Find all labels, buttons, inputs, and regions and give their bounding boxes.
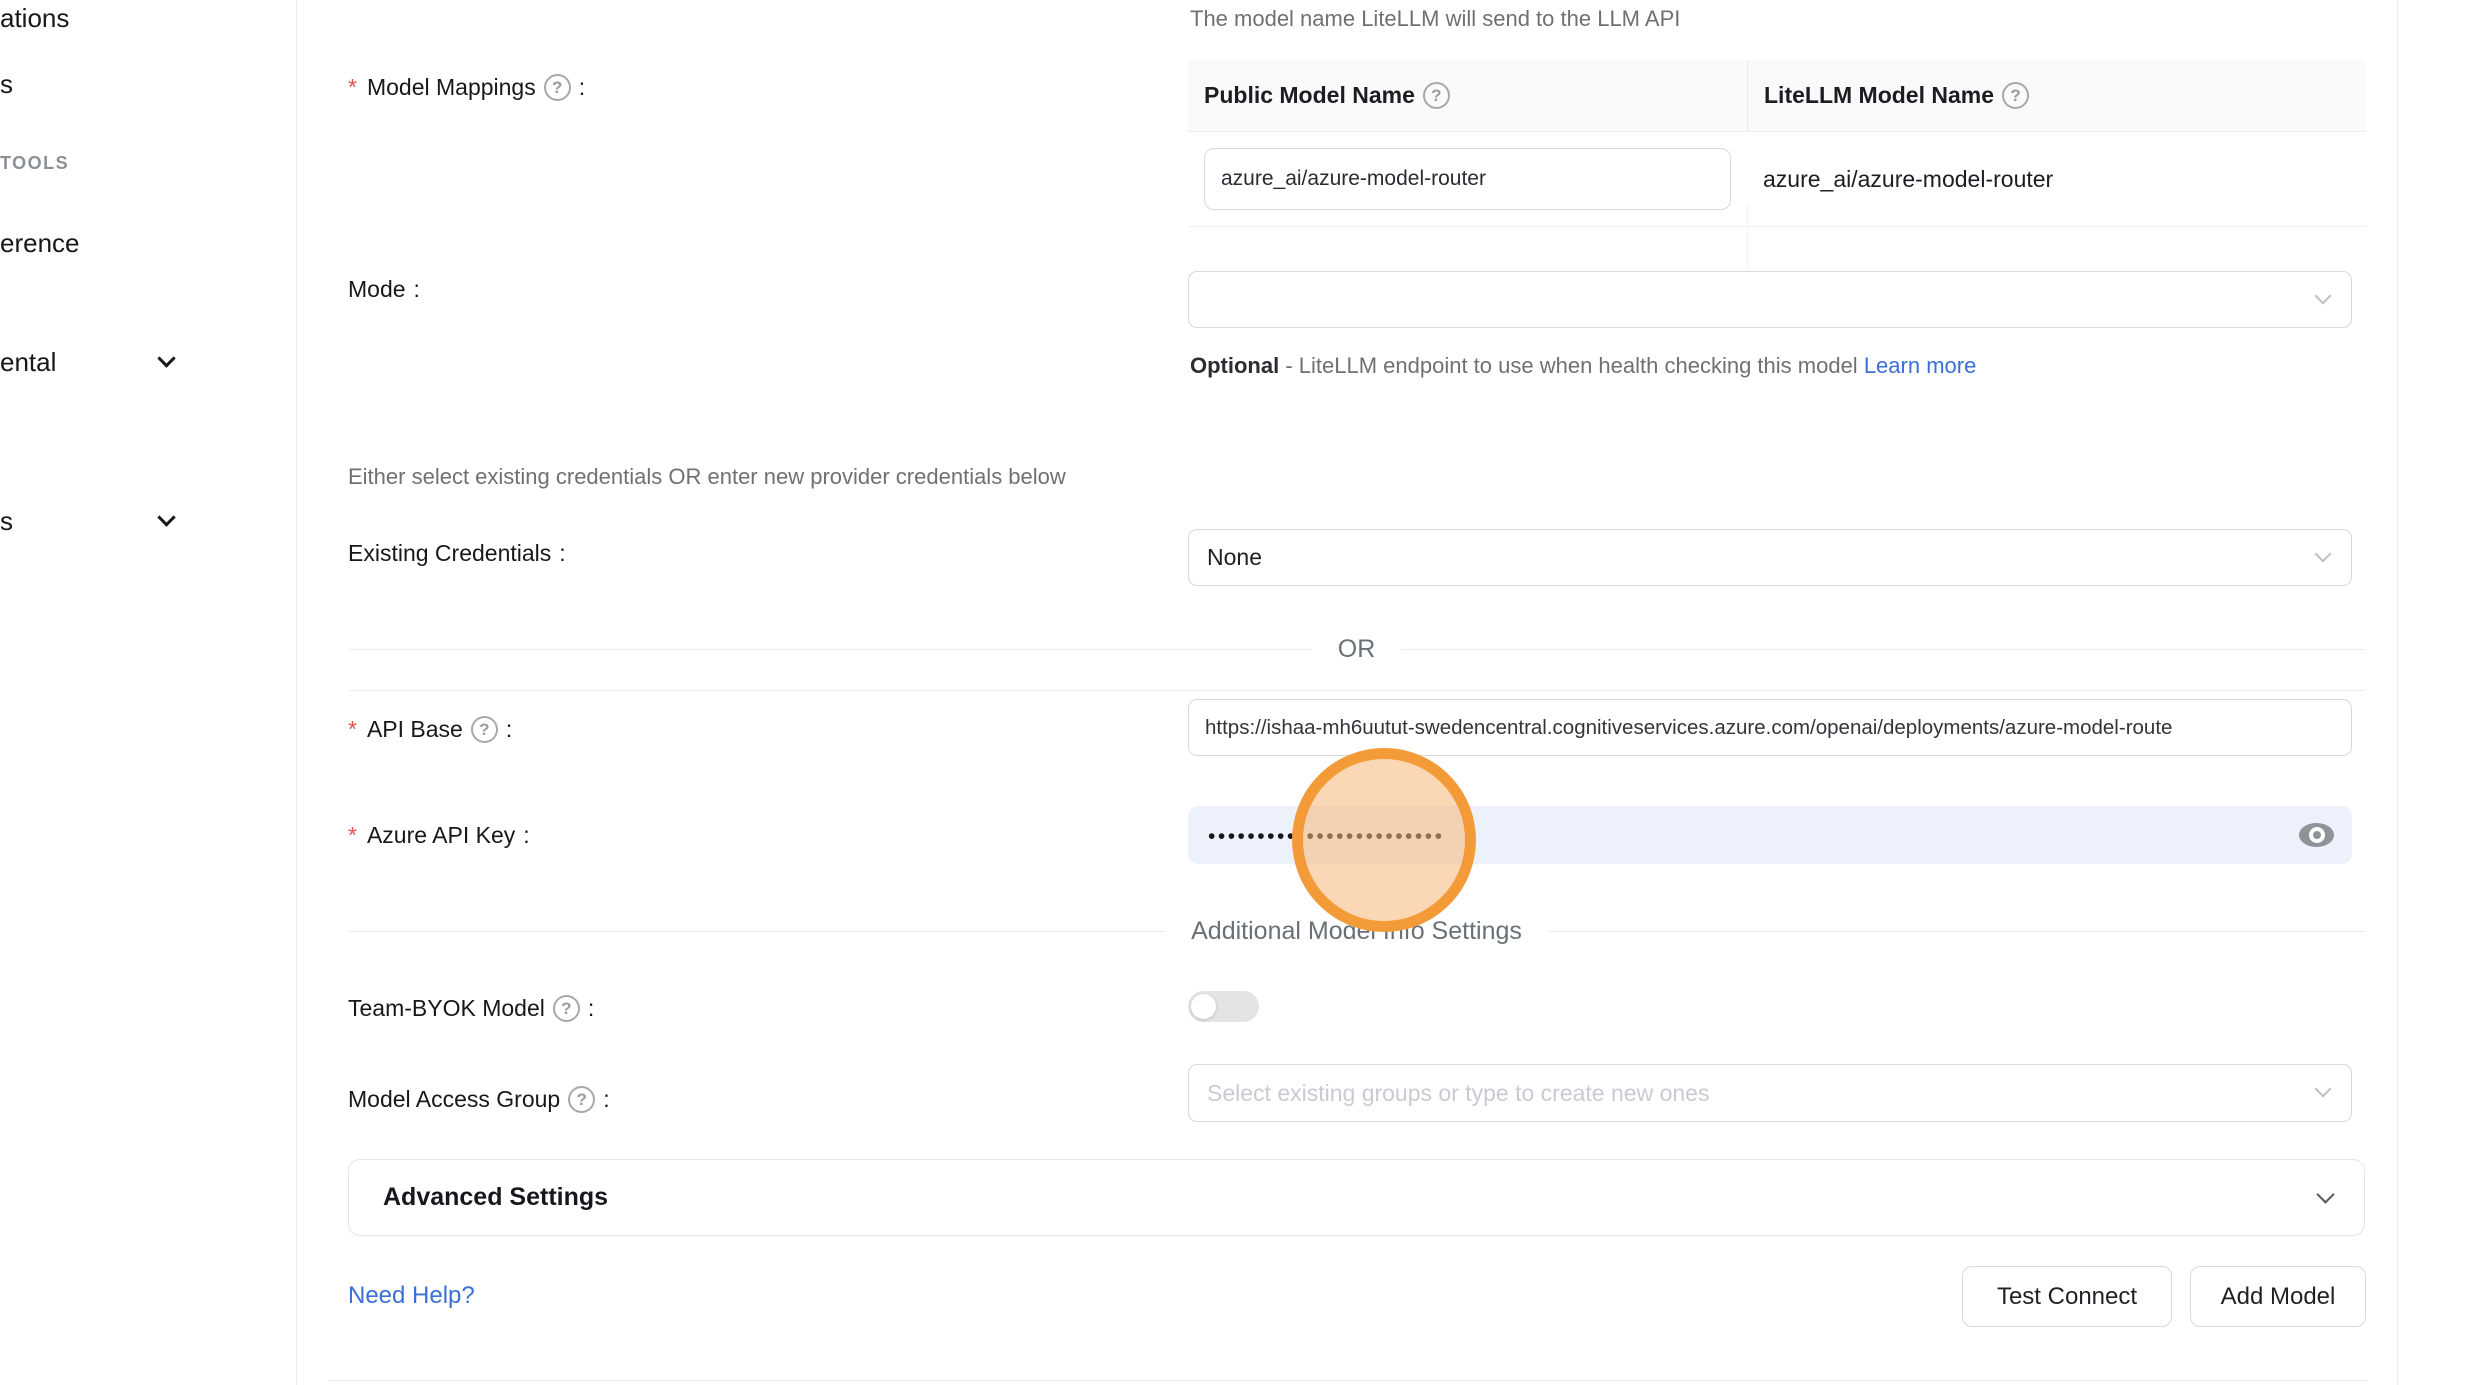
card-bottom-edge [328, 1380, 2368, 1381]
required-asterisk: * [348, 74, 357, 101]
help-icon[interactable]: ? [553, 995, 580, 1022]
divider-line [348, 931, 1165, 932]
model-access-group-label: Model Access Group ? : [348, 1086, 610, 1113]
required-asterisk: * [348, 822, 357, 849]
toggle-knob [1191, 994, 1216, 1019]
sidebar-item-label: s [0, 506, 13, 536]
masked-api-key: •••••••••••••••••••••••• [1208, 825, 1444, 849]
divider-line [348, 649, 1312, 650]
help-icon[interactable]: ? [544, 74, 571, 101]
chevron-down-icon [2315, 1081, 2332, 1098]
public-model-name-input[interactable] [1204, 148, 1731, 210]
existing-credentials-label: Existing Credentials : [348, 540, 566, 567]
credentials-note: Either select existing credentials OR en… [348, 464, 1066, 490]
chevron-down-icon [157, 508, 175, 526]
additional-settings-divider-text: Additional Model Info Settings [1165, 917, 1548, 946]
sidebar-item-label: s [0, 69, 13, 99]
help-icon[interactable]: ? [568, 1086, 595, 1113]
azure-api-key-label: * Azure API Key : [348, 822, 530, 849]
sidebar-section-tools: TOOLS [0, 153, 69, 174]
existing-credentials-select[interactable]: None [1188, 529, 2352, 586]
mode-label: Mode : [348, 276, 420, 303]
additional-settings-divider: Additional Model Info Settings [348, 917, 2365, 946]
chevron-down-icon [2316, 1185, 2334, 1203]
test-connect-button[interactable]: Test Connect [1962, 1266, 2172, 1327]
team-byok-toggle[interactable] [1188, 991, 1259, 1022]
model-mappings-table: Public Model Name ? LiteLLM Model Name ?… [1188, 60, 2366, 227]
model-access-group-select[interactable]: Select existing groups or type to create… [1188, 1064, 2352, 1122]
add-model-form: The model name LiteLLM will send to the … [298, 0, 2398, 1385]
divider-line [1548, 931, 2365, 932]
litellm-model-name-header: LiteLLM Model Name ? [1747, 60, 2366, 131]
sidebar: ations s TOOLS erence ental s [0, 0, 297, 1385]
or-divider: OR [348, 635, 2365, 664]
sidebar-item-settings[interactable]: s [0, 506, 13, 537]
sidebar-item-organizations[interactable]: ations [0, 3, 69, 34]
advanced-settings-header[interactable]: Advanced Settings [348, 1159, 2365, 1236]
help-icon[interactable]: ? [471, 716, 498, 743]
sidebar-item-inference[interactable]: erence [0, 228, 80, 259]
model-access-group-placeholder: Select existing groups or type to create… [1207, 1080, 1709, 1107]
model-name-helper-text: The model name LiteLLM will send to the … [1190, 6, 1680, 32]
existing-credentials-value: None [1207, 544, 1262, 571]
help-icon[interactable]: ? [1423, 82, 1450, 109]
add-model-page: ations s TOOLS erence ental s The model … [0, 0, 2477, 1385]
learn-more-link[interactable]: Learn more [1864, 353, 1977, 378]
litellm-model-name-value: azure_ai/azure-model-router [1763, 132, 2053, 227]
mode-select[interactable] [1188, 271, 2352, 328]
divider-line [1401, 649, 2365, 650]
sidebar-item-label: ental [0, 347, 56, 377]
chevron-down-icon [2315, 545, 2332, 562]
sidebar-item-label: ations [0, 3, 69, 33]
eye-pupil [2313, 831, 2321, 839]
mode-helper-text: Optional - LiteLLM endpoint to use when … [1190, 346, 2012, 385]
public-model-name-header: Public Model Name ? [1188, 60, 1747, 131]
section-divider [348, 690, 2365, 691]
need-help-link[interactable]: Need Help? [348, 1282, 475, 1310]
sidebar-item-models[interactable]: s [0, 69, 13, 100]
api-base-input[interactable] [1188, 699, 2352, 756]
advanced-settings-title: Advanced Settings [383, 1183, 608, 1212]
model-mappings-header: Public Model Name ? LiteLLM Model Name ? [1188, 60, 2366, 132]
sidebar-item-experimental[interactable]: ental [0, 347, 56, 378]
optional-bold: Optional [1190, 353, 1279, 378]
or-divider-text: OR [1312, 635, 1402, 664]
model-mappings-label: * Model Mappings ? : [348, 74, 585, 101]
sidebar-item-label: erence [0, 228, 80, 258]
add-model-button[interactable]: Add Model [2190, 1266, 2366, 1327]
eye-iris [2309, 827, 2325, 843]
eye-icon[interactable] [2299, 823, 2334, 847]
team-byok-label: Team-BYOK Model ? : [348, 995, 594, 1022]
azure-api-key-input[interactable]: •••••••••••••••••••••••• [1188, 806, 2352, 864]
api-base-label: * API Base ? : [348, 716, 512, 743]
required-asterisk: * [348, 716, 357, 743]
chevron-down-icon [157, 349, 175, 367]
help-icon[interactable]: ? [2002, 82, 2029, 109]
chevron-down-icon [2315, 287, 2332, 304]
model-mapping-row: azure_ai/azure-model-router [1188, 132, 2366, 227]
